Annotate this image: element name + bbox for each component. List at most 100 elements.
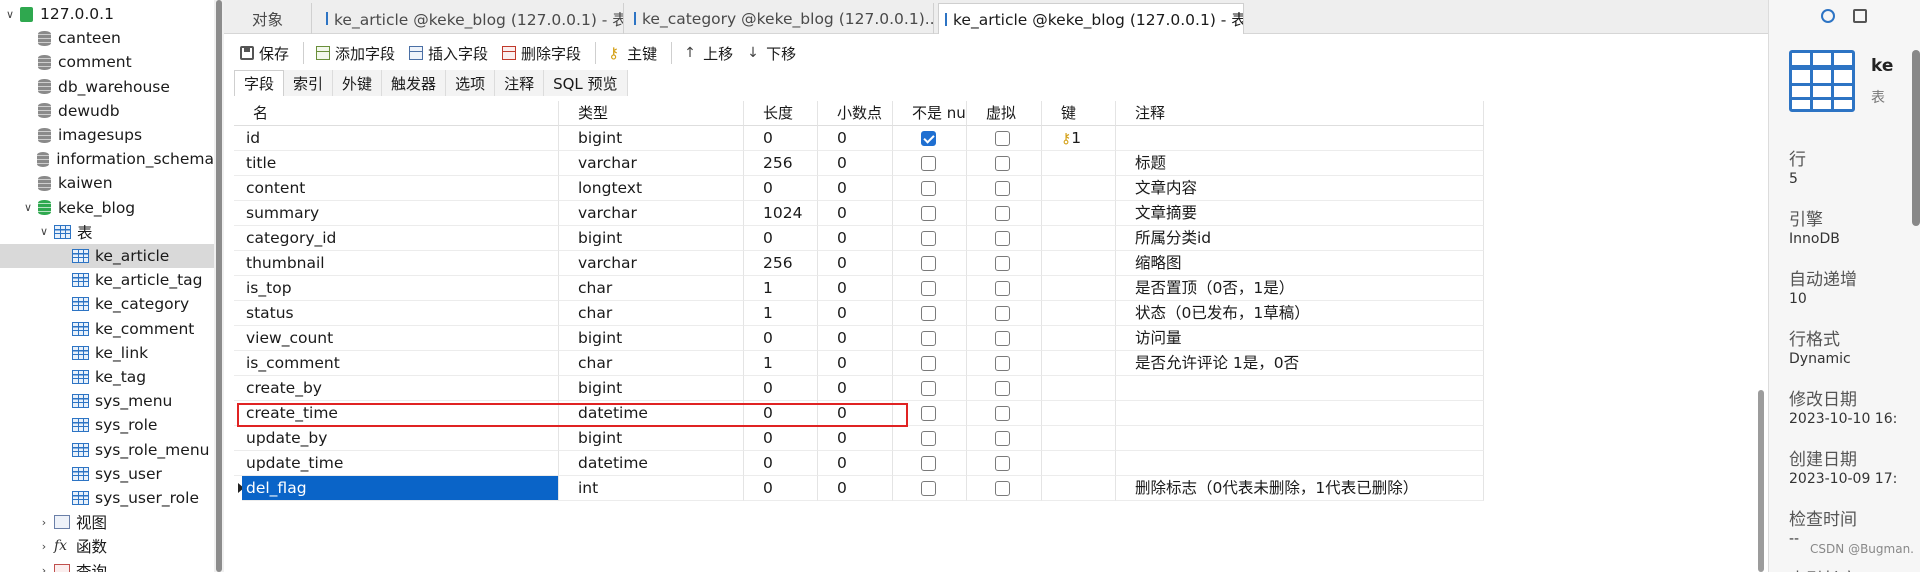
not-null-checkbox[interactable] [921,206,936,221]
not-null-cell[interactable] [893,301,967,326]
virtual-checkbox[interactable] [995,481,1010,496]
tree-connection[interactable]: ∨ 127.0.0.1 [0,2,214,26]
cell-length[interactable]: 0 [744,376,818,401]
cell-name[interactable]: update_time [234,451,559,476]
ddl-icon[interactable] [1853,9,1867,23]
chevron-down-icon[interactable]: ∨ [4,8,16,21]
primary-key-button[interactable]: ⚷ 主键 [608,43,657,64]
key-cell[interactable] [1042,151,1116,176]
table-row[interactable]: update_time datetime 0 0 [234,451,1484,476]
cell-decimals[interactable]: 0 [818,426,893,451]
cell-name[interactable]: thumbnail [234,251,559,276]
cell-type[interactable]: bigint [559,226,744,251]
chevron-right-icon[interactable]: › [38,516,50,529]
cell-type[interactable]: longtext [559,176,744,201]
cell-length[interactable]: 1024 [744,201,818,226]
cell-decimals[interactable]: 0 [818,176,893,201]
table-row[interactable]: status char 1 0 状态（0已发布，1草稿） [234,301,1484,326]
cell-decimals[interactable]: 0 [818,151,893,176]
not-null-cell[interactable] [893,226,967,251]
cell-type[interactable]: char [559,301,744,326]
virtual-cell[interactable] [967,301,1042,326]
virtual-cell[interactable] [967,251,1042,276]
not-null-checkbox[interactable] [921,456,936,471]
delete-field-button[interactable]: 删除字段 [502,43,581,64]
chevron-right-icon[interactable]: › [38,564,50,572]
info-scrollbar[interactable] [1912,50,1920,226]
subtab-2[interactable]: 外键 [333,70,383,96]
virtual-cell[interactable] [967,401,1042,426]
not-null-cell[interactable] [893,326,967,351]
cell-decimals[interactable]: 0 [818,226,893,251]
key-cell[interactable] [1042,401,1116,426]
cell-length[interactable]: 0 [744,226,818,251]
tree-table-ke_article_tag[interactable]: ke_article_tag [0,268,214,292]
cell-type[interactable]: char [559,351,744,376]
virtual-cell[interactable] [967,276,1042,301]
key-cell[interactable] [1042,451,1116,476]
table-row[interactable]: content longtext 0 0 文章内容 [234,176,1484,201]
column-header-type[interactable]: 类型 [559,101,744,126]
tree-table-ke_article[interactable]: ke_article [0,244,214,268]
cell-type[interactable]: varchar [559,151,744,176]
table-row[interactable]: id bigint 0 0 ⚷1 [234,126,1484,151]
insert-field-button[interactable]: 插入字段 [409,43,488,64]
tree-database-kaiwen[interactable]: kaiwen [0,171,214,195]
virtual-checkbox[interactable] [995,281,1010,296]
navigator-scrollbar[interactable] [214,0,224,572]
subtab-3[interactable]: 触发器 [382,70,447,96]
cell-name[interactable]: status [234,301,559,326]
key-cell[interactable] [1042,351,1116,376]
cell-comment[interactable] [1116,401,1484,426]
cell-decimals[interactable]: 0 [818,301,893,326]
not-null-checkbox[interactable] [921,256,936,271]
column-header-length[interactable]: 长度 [744,101,818,126]
tree-table-sys_user_role[interactable]: sys_user_role [0,486,214,510]
virtual-checkbox[interactable] [995,206,1010,221]
table-row[interactable]: summary varchar 1024 0 文章摘要 [234,201,1484,226]
virtual-cell[interactable] [967,226,1042,251]
tree-database-comment[interactable]: comment [0,50,214,74]
cell-name[interactable]: title [234,151,559,176]
key-cell[interactable] [1042,476,1116,501]
cell-type[interactable]: varchar [559,251,744,276]
tree-table-sys_role_menu[interactable]: sys_role_menu [0,438,214,462]
not-null-cell[interactable] [893,426,967,451]
not-null-cell[interactable] [893,126,967,151]
virtual-cell[interactable] [967,376,1042,401]
key-cell[interactable]: ⚷1 [1042,126,1116,151]
move-up-button[interactable]: ↑ 上移 [684,43,733,64]
key-cell[interactable] [1042,201,1116,226]
cell-length[interactable]: 1 [744,276,818,301]
not-null-checkbox[interactable] [921,306,936,321]
cell-length[interactable]: 256 [744,151,818,176]
cell-name[interactable]: is_comment [234,351,559,376]
tree-table-ke_tag[interactable]: ke_tag [0,365,214,389]
column-header-decimals[interactable]: 小数点 [818,101,893,126]
virtual-cell[interactable] [967,176,1042,201]
table-row[interactable]: is_comment char 1 0 是否允许评论 1是，0否 [234,351,1484,376]
cell-name[interactable]: create_time [234,401,559,426]
cell-name[interactable]: del_flag [242,476,559,501]
cell-comment[interactable]: 状态（0已发布，1草稿） [1116,301,1484,326]
cell-name[interactable]: update_by [234,426,559,451]
virtual-checkbox[interactable] [995,431,1010,446]
tree-table-ke_category[interactable]: ke_category [0,292,214,316]
not-null-checkbox[interactable] [921,181,936,196]
not-null-checkbox[interactable] [921,481,936,496]
column-header-not_null[interactable]: 不是 null [893,101,967,126]
cell-name[interactable]: is_top [234,276,559,301]
not-null-checkbox[interactable] [921,156,936,171]
virtual-checkbox[interactable] [995,156,1010,171]
tree-table-sys_role[interactable]: sys_role [0,413,214,437]
cell-type[interactable]: bigint [559,126,744,151]
cell-name[interactable]: id [234,126,559,151]
tab-ke-category[interactable]: ke_category @keke_blog (127.0.0.1)... [628,3,934,34]
not-null-checkbox[interactable] [921,356,936,371]
table-row[interactable]: title varchar 256 0 标题 [234,151,1484,176]
key-cell[interactable] [1042,376,1116,401]
cell-comment[interactable]: 文章内容 [1116,176,1484,201]
table-row[interactable]: thumbnail varchar 256 0 缩略图 [234,251,1484,276]
cell-decimals[interactable]: 0 [818,451,893,476]
not-null-cell[interactable] [893,251,967,276]
